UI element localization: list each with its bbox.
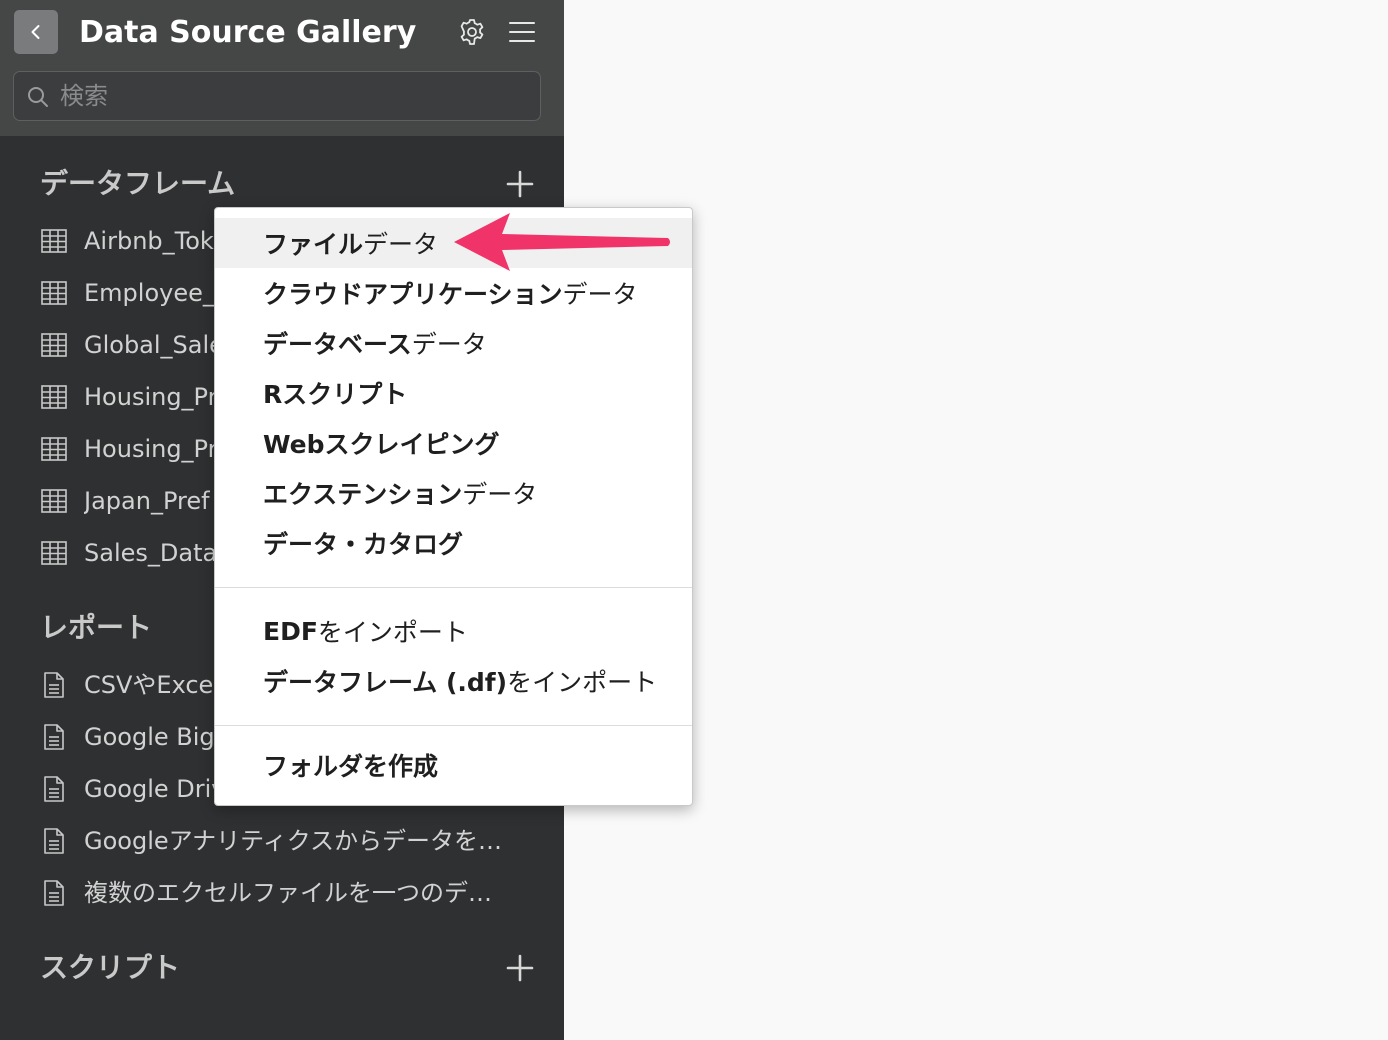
report-item[interactable]: Googleアナリティクスからデータを… (40, 821, 540, 861)
search-icon (28, 87, 48, 107)
dataframe-item-label: Airbnb_Tok (84, 227, 214, 255)
dataframe-item-label: Japan_Pref (84, 487, 210, 515)
menu-item-r-script[interactable]: Rスクリプト (215, 368, 692, 418)
menu-item-label-bold: クラウドアプリケーション (263, 280, 563, 309)
search-box (13, 71, 541, 121)
table-icon (40, 435, 68, 463)
add-dataframe-dropdown-menu: ファイル データ クラウドアプリケーション データ データベース データ Rスクリプト… (214, 207, 693, 806)
gear-icon (460, 19, 484, 45)
plus-icon (506, 170, 534, 198)
back-button[interactable] (14, 10, 58, 54)
document-icon (40, 671, 68, 699)
report-item-label: Google Big (84, 723, 215, 751)
menu-item-label-light: データ (462, 480, 538, 509)
menu-item-create-folder[interactable]: フォルダを作成 (215, 740, 692, 790)
menu-item-label-bold: データベース (263, 330, 412, 359)
menu-item-label-bold: データフレーム (.df) (263, 668, 508, 697)
section-title-scripts: スクリプト (40, 951, 181, 984)
chevron-left-icon (31, 25, 40, 39)
table-icon (40, 331, 68, 359)
settings-button[interactable] (454, 14, 490, 50)
table-icon (40, 227, 68, 255)
menu-item-label-bold: ファイル (263, 230, 364, 259)
menu-item-label-bold: Webスクレイピング (263, 430, 500, 459)
add-dataframe-button[interactable] (504, 168, 536, 200)
menu-item-import-edf[interactable]: EDF をインポート (215, 606, 692, 656)
document-icon (40, 723, 68, 751)
report-item-label: CSVやExce (84, 671, 214, 699)
search-input[interactable] (60, 78, 520, 114)
section-title-dataframes: データフレーム (40, 167, 236, 200)
menu-item-import-df[interactable]: データフレーム (.df) をインポート (215, 656, 692, 706)
report-item-label: 複数のエクセルファイルを一つのデ… (84, 879, 492, 907)
document-icon (40, 879, 68, 907)
table-icon (40, 383, 68, 411)
menu-item-label-bold: Rスクリプト (263, 380, 408, 409)
table-icon (40, 279, 68, 307)
plus-icon (506, 954, 534, 982)
menu-item-label-bold: フォルダを作成 (263, 752, 439, 781)
table-icon (40, 487, 68, 515)
menu-item-label-light: データ (411, 330, 487, 359)
menu-item-extension-data[interactable]: エクステンション データ (215, 468, 692, 518)
report-item-label: Googleアナリティクスからデータを… (84, 827, 502, 855)
menu-item-label-bold: データ・カタログ (263, 530, 464, 559)
menu-button[interactable] (504, 14, 540, 50)
menu-divider (215, 587, 692, 588)
add-script-button[interactable] (504, 952, 536, 984)
sidebar-header: Data Source Gallery (0, 0, 564, 136)
document-icon (40, 827, 68, 855)
menu-item-database-data[interactable]: データベース データ (215, 318, 692, 368)
menu-item-web-scraping[interactable]: Webスクレイピング (215, 418, 692, 468)
dataframe-item-label: Global_Sale (84, 331, 224, 359)
menu-item-label-light: をインポート (507, 668, 658, 697)
hamburger-icon (509, 22, 535, 42)
dataframe-item-label: Sales_Data (84, 539, 218, 567)
table-icon (40, 539, 68, 567)
menu-item-label-light: をインポート (317, 618, 468, 647)
dataframe-item-label: Housing_Pr (84, 435, 218, 463)
report-item-label: Google Driv (84, 775, 226, 803)
dataframe-item-label: Housing_Pr (84, 383, 218, 411)
app-title: Data Source Gallery (79, 15, 417, 50)
annotation-arrow-icon (454, 213, 670, 271)
menu-divider (215, 725, 692, 726)
document-icon (40, 775, 68, 803)
menu-item-data-catalog[interactable]: データ・カタログ (215, 518, 692, 568)
report-item[interactable]: 複数のエクセルファイルを一つのデ… (40, 873, 540, 913)
dataframe-item-label: Employee_ (84, 279, 215, 307)
menu-item-label-bold: エクステンション (263, 480, 463, 509)
menu-item-label-light: データ (562, 280, 638, 309)
section-title-reports: レポート (40, 611, 153, 644)
menu-item-label-light: データ (363, 230, 439, 259)
menu-item-label-bold: EDF (263, 616, 318, 646)
